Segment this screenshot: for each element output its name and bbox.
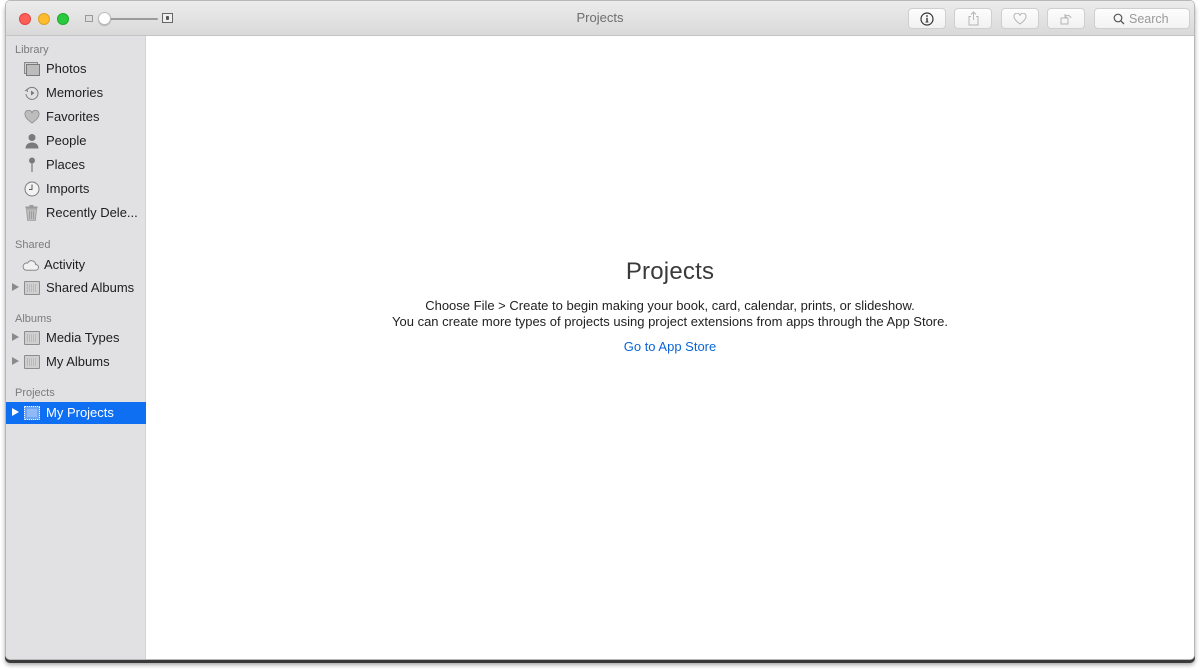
clock-icon: [23, 181, 40, 197]
sidebar: Library Photos Memories Favorites People: [6, 36, 146, 659]
favorite-button[interactable]: [1001, 8, 1039, 29]
sidebar-item-media-types[interactable]: Media Types: [6, 327, 146, 349]
sidebar-item-label: Imports: [46, 181, 90, 196]
pin-icon: [23, 157, 40, 173]
sidebar-item-label: Activity: [44, 257, 86, 272]
disclosure-triangle-icon[interactable]: [12, 408, 19, 416]
sidebar-item-label: Favorites: [46, 109, 100, 124]
disclosure-triangle-icon[interactable]: [12, 333, 19, 341]
disclosure-triangle-icon[interactable]: [12, 357, 19, 365]
photos-icon: [23, 61, 40, 77]
empty-state-description-line-1: Choose File > Create to begin making you…: [425, 298, 915, 313]
sidebar-item-label: Photos: [46, 61, 87, 76]
sidebar-item-shared-albums[interactable]: Shared Albums: [6, 277, 146, 299]
cloud-icon: [22, 257, 39, 273]
search-input[interactable]: [1129, 11, 1171, 26]
sidebar-item-my-albums[interactable]: My Albums: [6, 351, 146, 373]
sidebar-item-label: Memories: [46, 85, 104, 100]
sidebar-item-label: My Projects: [46, 405, 114, 420]
rotate-button[interactable]: [1047, 8, 1085, 29]
info-icon: [920, 11, 934, 26]
album-icon: [23, 405, 40, 421]
sidebar-item-label: Recently Dele...: [46, 205, 138, 220]
sidebar-item-label: Places: [46, 157, 86, 172]
memories-icon: [23, 85, 40, 101]
disclosure-triangle-icon[interactable]: [12, 283, 19, 291]
section-header-shared: Shared: [15, 239, 51, 251]
photos-window: Projects Library Photos: [5, 0, 1195, 660]
main-content: Projects Choose File > Create to begin m…: [146, 36, 1194, 659]
title-bar: Projects: [6, 1, 1194, 36]
heart-icon: [1013, 12, 1027, 25]
go-to-app-store-link[interactable]: Go to App Store: [146, 339, 1194, 354]
album-icon: [23, 280, 40, 296]
sidebar-item-people[interactable]: People: [6, 130, 146, 152]
sidebar-item-photos[interactable]: Photos: [6, 58, 146, 80]
heart-icon: [23, 109, 40, 125]
search-icon: [1113, 13, 1125, 24]
album-icon: [23, 330, 40, 346]
share-button[interactable]: [954, 8, 992, 29]
sidebar-item-activity[interactable]: Activity: [6, 254, 146, 276]
rotate-icon: [1060, 14, 1071, 25]
info-button[interactable]: [908, 8, 946, 29]
section-header-projects: Projects: [15, 387, 55, 399]
album-icon: [23, 354, 40, 370]
person-icon: [23, 133, 40, 149]
section-header-library: Library: [15, 44, 49, 56]
section-header-albums: Albums: [15, 313, 52, 325]
sidebar-item-label: My Albums: [46, 354, 110, 369]
share-icon: [968, 11, 978, 26]
sidebar-item-my-projects[interactable]: My Projects: [6, 402, 146, 424]
trash-icon: [23, 205, 40, 221]
sidebar-item-places[interactable]: Places: [6, 154, 146, 176]
search-field[interactable]: [1094, 8, 1190, 29]
empty-state-description-line-2: You can create more types of projects us…: [392, 314, 948, 329]
sidebar-item-label: Shared Albums: [46, 280, 135, 295]
sidebar-item-favorites[interactable]: Favorites: [6, 106, 146, 128]
sidebar-item-label: Media Types: [46, 330, 120, 345]
sidebar-item-imports[interactable]: Imports: [6, 178, 146, 200]
sidebar-item-memories[interactable]: Memories: [6, 82, 146, 104]
sidebar-item-recently-deleted[interactable]: Recently Dele...: [6, 202, 146, 224]
sidebar-item-label: People: [46, 133, 87, 148]
empty-state-title: Projects: [625, 258, 715, 285]
